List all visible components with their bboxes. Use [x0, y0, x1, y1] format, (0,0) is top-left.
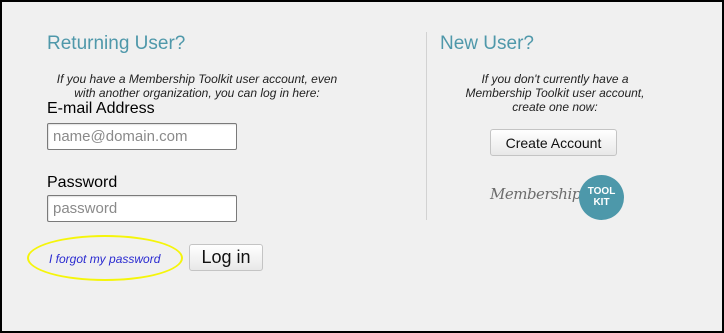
email-label: E-mail Address [47, 100, 155, 117]
password-label: Password [47, 174, 118, 191]
new-user-heading: New User? [440, 33, 534, 54]
membership-toolkit-logo: Membership TOOL KIT [490, 175, 626, 221]
password-field[interactable] [47, 195, 237, 222]
logo-script-text: Membership [490, 185, 581, 203]
create-account-button[interactable]: Create Account [490, 129, 617, 156]
login-button[interactable]: Log in [189, 244, 263, 271]
returning-user-heading: Returning User? [47, 33, 186, 54]
column-divider [426, 32, 427, 220]
email-field[interactable] [47, 123, 237, 150]
logo-badge-text: TOOL KIT [587, 186, 616, 208]
forgot-password-link[interactable]: I forgot my password [49, 252, 160, 266]
logo-badge-icon: TOOL KIT [579, 175, 624, 220]
login-panel: Returning User? If you have a Membership… [0, 0, 724, 333]
new-user-intro: If you don't currently have a Membership… [465, 72, 645, 114]
returning-user-intro: If you have a Membership Toolkit user ac… [56, 72, 338, 100]
